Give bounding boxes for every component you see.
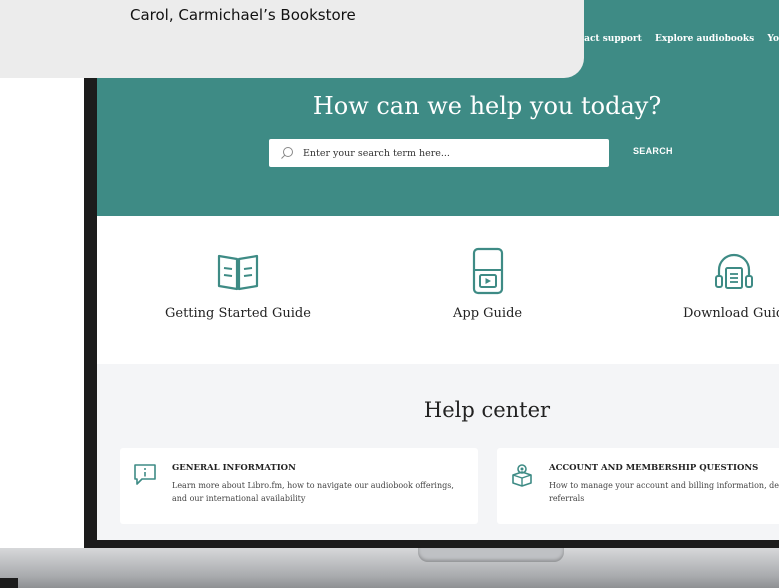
- hero-title: How can we help you today?: [312, 92, 662, 120]
- card-title: ACCOUNT AND MEMBERSHIP QUESTIONS: [549, 463, 759, 473]
- help-card-account[interactable]: ACCOUNT AND MEMBERSHIP QUESTIONS How to …: [497, 448, 779, 524]
- guide-label: Download Guid: [683, 306, 779, 321]
- laptop-base: [0, 548, 779, 588]
- help-center-section: Help center GENERAL INFORMATION Learn mo…: [97, 364, 779, 540]
- guides-section: Getting Started Guide App Guide Download: [97, 216, 779, 364]
- info-chat-icon: [134, 464, 156, 485]
- nav-explore-audiobooks[interactable]: Explore audiobooks: [655, 34, 754, 44]
- laptop-screen: ntact support Explore audiobooks Yo How …: [97, 0, 779, 540]
- search-box[interactable]: [269, 139, 609, 167]
- top-nav: ntact support Explore audiobooks Yo: [563, 34, 779, 44]
- guide-label: App Guide: [453, 306, 523, 321]
- card-description: How to manage your account and billing i…: [549, 481, 779, 503]
- nav-your-account[interactable]: Yo: [767, 34, 779, 44]
- guide-label: Getting Started Guide: [165, 306, 311, 321]
- laptop-notch: [418, 548, 564, 562]
- laptop-foot: [0, 578, 18, 588]
- search-icon: [281, 147, 293, 159]
- open-book-icon: [217, 254, 259, 291]
- account-box-icon: [512, 464, 532, 487]
- search-button[interactable]: SEARCH: [633, 146, 673, 156]
- caption-overlay: Carol, Carmichael’s Bookstore: [0, 0, 584, 78]
- guide-download[interactable]: Download Guid: [683, 246, 779, 321]
- headphones-book-icon: [714, 253, 753, 289]
- search-input[interactable]: [301, 146, 605, 160]
- guide-getting-started[interactable]: Getting Started Guide: [165, 246, 311, 321]
- help-card-general[interactable]: GENERAL INFORMATION Learn more about Lib…: [120, 448, 478, 524]
- caption-text: Carol, Carmichael’s Bookstore: [130, 6, 356, 24]
- guide-app[interactable]: App Guide: [453, 246, 522, 321]
- help-center-title: Help center: [423, 398, 551, 422]
- phone-play-icon: [472, 247, 503, 295]
- card-title: GENERAL INFORMATION: [172, 463, 296, 473]
- card-description: Learn more about Libro.fm, how to naviga…: [172, 481, 454, 503]
